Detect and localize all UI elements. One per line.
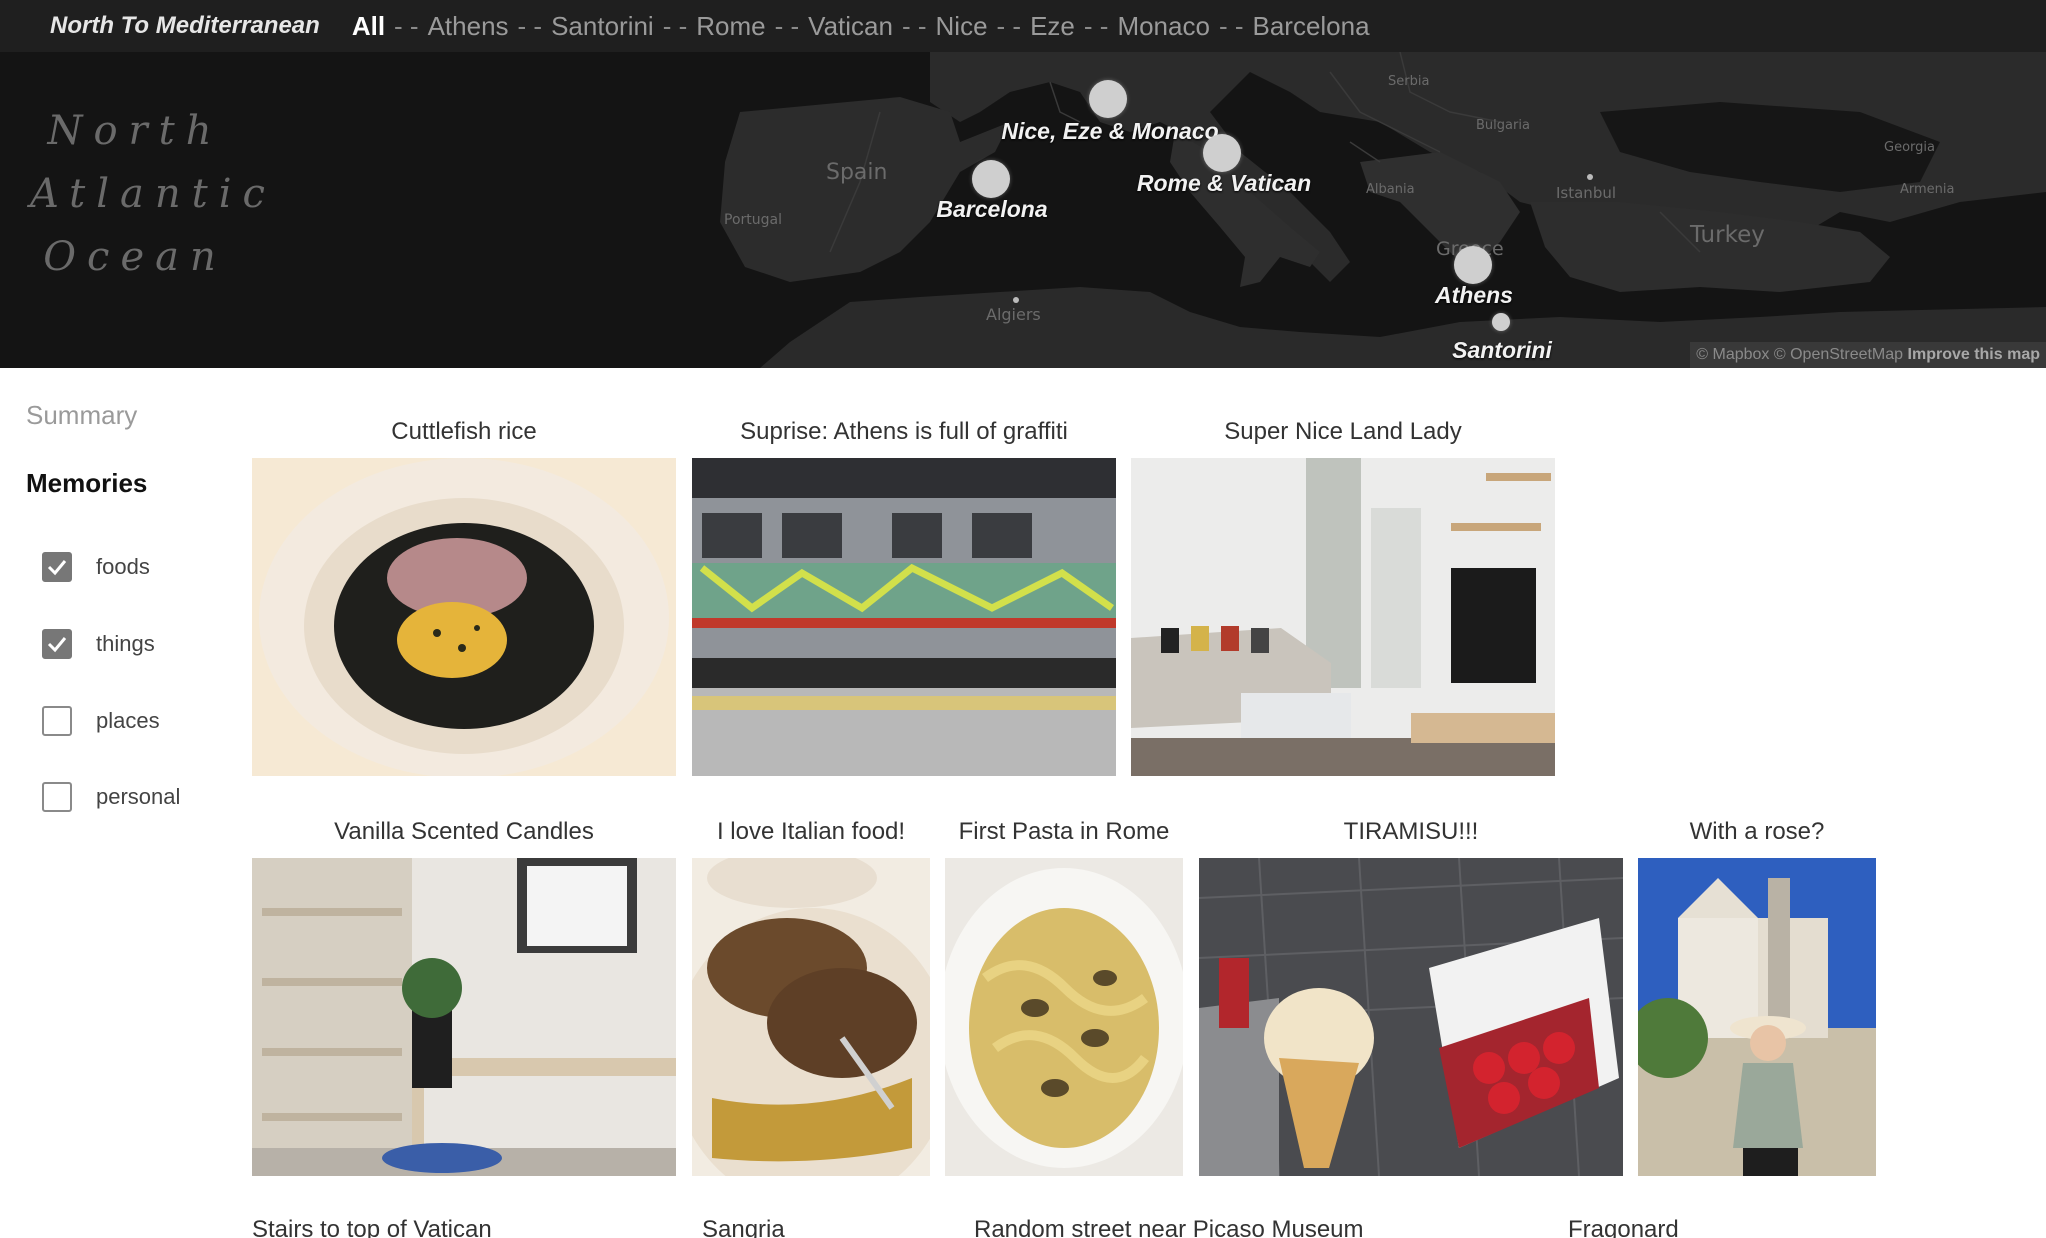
map-marker-athens[interactable] [1454, 246, 1492, 284]
nav-separator: - - [1083, 10, 1109, 41]
memory-card[interactable]: Cuttlefish rice [252, 418, 676, 778]
map-marker-rome[interactable] [1203, 134, 1241, 172]
memory-title[interactable]: I love Italian food! [692, 818, 930, 846]
region-label: Armenia [1900, 182, 1955, 197]
check-icon [47, 637, 67, 653]
region-label: Portugal [724, 212, 782, 228]
nav-item-athens[interactable]: Athens [428, 11, 509, 42]
sidebar-item-summary[interactable]: Summary [26, 400, 137, 431]
pasta-photo-icon[interactable] [945, 858, 1183, 1176]
memory-card[interactable]: I love Italian food! [692, 818, 930, 1178]
sidebar: Summary Memories foods things places per… [0, 368, 240, 1238]
region-label: Georgia [1884, 140, 1935, 155]
filter-label: personal [96, 784, 181, 809]
checkbox-foods[interactable] [42, 552, 72, 582]
memory-card[interactable]: Stairs to top of Vatican [252, 1216, 552, 1238]
filter-foods[interactable]: foods [42, 552, 150, 582]
top-nav: North To Mediterranean All - - Athens - … [0, 0, 2046, 52]
dessert-photo-icon[interactable] [1199, 858, 1623, 1176]
map-marker-nice[interactable] [1089, 80, 1127, 118]
train-photo-icon[interactable] [692, 458, 1116, 776]
marker-label[interactable]: Nice, Eze & Monaco [1001, 118, 1218, 145]
nav-item-all[interactable]: All [352, 11, 385, 42]
filter-label: places [96, 708, 160, 733]
memory-card[interactable]: Fragonard [1568, 1216, 1768, 1238]
room-photo-icon[interactable] [1131, 458, 1555, 776]
marker-label[interactable]: Athens [1435, 282, 1513, 309]
nav-separator: - - [1218, 10, 1244, 41]
memory-title[interactable]: Suprise: Athens is full of graffiti [692, 418, 1116, 446]
region-label: Bulgaria [1476, 118, 1530, 133]
filter-things[interactable]: things [42, 629, 155, 659]
region-label: Turkey [1690, 222, 1765, 248]
memory-card[interactable]: Suprise: Athens is full of graffiti [692, 418, 1116, 778]
memory-title[interactable]: Stairs to top of Vatican [252, 1216, 552, 1238]
ocean-label-line: Ocean [43, 234, 227, 280]
nav-separator: - - [394, 10, 419, 41]
attribution-text[interactable]: © Mapbox © OpenStreetMap [1696, 346, 1903, 363]
checkbox-places[interactable] [42, 706, 72, 736]
memory-title[interactable]: Super Nice Land Lady [1131, 418, 1555, 446]
nav-separator: - - [901, 10, 927, 41]
map-marker-santorini[interactable] [1492, 313, 1510, 331]
ocean-label-line: North [47, 108, 223, 154]
nav-separator: - - [517, 10, 543, 41]
nav-item-monaco[interactable]: Monaco [1117, 11, 1210, 42]
nav-item-santorini[interactable]: Santorini [551, 11, 654, 42]
region-label: Serbia [1388, 74, 1430, 89]
ocean-label: North Atlantic Ocean [30, 100, 276, 289]
memory-card[interactable]: Super Nice Land Lady [1131, 418, 1555, 778]
shelf-photo-icon[interactable] [252, 858, 676, 1176]
food-photo-icon[interactable] [252, 458, 676, 776]
food-photo-icon[interactable] [692, 858, 930, 1176]
improve-map-link[interactable]: Improve this map [1908, 346, 2040, 363]
marker-label[interactable]: Barcelona [936, 196, 1047, 223]
map-view[interactable]: North Atlantic Ocean Spain Portugal Algi… [0, 52, 2046, 368]
filter-personal[interactable]: personal [42, 782, 180, 812]
memory-card[interactable]: Sangria [702, 1216, 902, 1238]
region-label: Spain [826, 160, 888, 185]
checkbox-personal[interactable] [42, 782, 72, 812]
ocean-label-line: Atlantic [30, 171, 276, 217]
sidebar-item-memories[interactable]: Memories [26, 468, 147, 499]
memory-title[interactable]: Sangria [702, 1216, 902, 1238]
memory-title[interactable]: Cuttlefish rice [252, 418, 676, 446]
filter-label: things [96, 631, 155, 656]
checkbox-things[interactable] [42, 629, 72, 659]
marker-label[interactable]: Santorini [1452, 337, 1552, 364]
map-attribution: © Mapbox © OpenStreetMap Improve this ma… [1690, 342, 2046, 368]
map-marker-barcelona[interactable] [972, 160, 1010, 198]
filter-label: foods [96, 554, 150, 579]
region-label: Istanbul [1556, 184, 1617, 202]
filter-places[interactable]: places [42, 706, 160, 736]
memory-title[interactable]: With a rose? [1638, 818, 1876, 846]
memory-title[interactable]: First Pasta in Rome [945, 818, 1183, 846]
memory-title[interactable]: Fragonard [1568, 1216, 1768, 1238]
nav-item-eze[interactable]: Eze [1030, 11, 1075, 42]
nav-item-barcelona[interactable]: Barcelona [1252, 11, 1369, 42]
memory-card[interactable]: With a rose? [1638, 818, 1876, 1178]
memory-card[interactable]: Vanilla Scented Candles [252, 818, 676, 1178]
region-label: Albania [1366, 182, 1415, 197]
site-title[interactable]: North To Mediterranean [50, 12, 320, 40]
memory-title[interactable]: TIRAMISU!!! [1199, 818, 1623, 846]
nav-item-vatican[interactable]: Vatican [808, 11, 893, 42]
nav-item-rome[interactable]: Rome [696, 11, 765, 42]
check-icon [47, 560, 67, 576]
nav-separator: - - [774, 10, 800, 41]
memory-card[interactable]: First Pasta in Rome [945, 818, 1183, 1178]
nav-item-nice[interactable]: Nice [936, 11, 988, 42]
memory-card[interactable]: TIRAMISU!!! [1199, 818, 1623, 1178]
portrait-photo-icon[interactable] [1638, 858, 1876, 1176]
marker-label[interactable]: Rome & Vatican [1137, 170, 1311, 197]
memory-card[interactable]: Random street near Picaso Museum [974, 1216, 1414, 1238]
memory-title[interactable]: Vanilla Scented Candles [252, 818, 676, 846]
nav-separator: - - [996, 10, 1022, 41]
nav-separator: - - [662, 10, 688, 41]
memory-title[interactable]: Random street near Picaso Museum [974, 1216, 1414, 1238]
region-label: Algiers [986, 305, 1041, 324]
